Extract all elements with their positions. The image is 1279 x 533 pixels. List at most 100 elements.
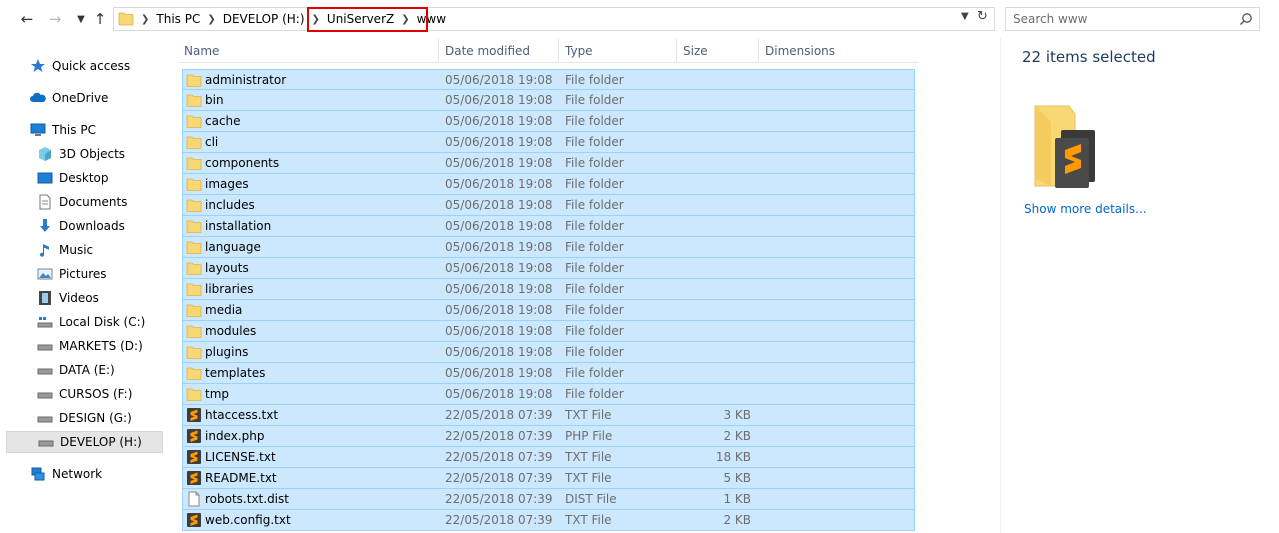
selected-count: 22 items selected	[1022, 48, 1156, 66]
file-row[interactable]: libraries 05/06/2018 19:08 File folder	[182, 279, 915, 300]
file-row[interactable]: cli 05/06/2018 19:08 File folder	[182, 132, 915, 153]
sidebar-item-this-pc[interactable]: This PC	[6, 119, 163, 141]
sidebar-item-develop-h[interactable]: DEVELOP (H:)	[6, 431, 163, 453]
file-row[interactable]: web.config.txt 22/05/2018 07:39 TXT File 2 …	[182, 510, 915, 531]
column-header-dimensions[interactable]: Dimensions	[759, 39, 919, 63]
file-type: File folder	[565, 324, 624, 338]
file-row[interactable]: modules 05/06/2018 19:08 File folder	[182, 321, 915, 342]
search-box[interactable]: Search www	[1005, 7, 1260, 31]
sidebar-item-pictures[interactable]: Pictures	[6, 263, 163, 285]
sidebar-item-videos[interactable]: Videos	[6, 287, 163, 309]
sidebar-item-cursos-f[interactable]: CURSOS (F:)	[6, 383, 163, 405]
file-row[interactable]: robots.txt.dist 22/05/2018 07:39 DIST File…	[182, 489, 915, 510]
sidebar-item-network[interactable]: Network	[6, 463, 163, 485]
file-row[interactable]: installation 05/06/2018 19:08 File folder	[182, 216, 915, 237]
column-header-date-modified[interactable]: Date modified	[439, 39, 559, 63]
file-date-modified: 22/05/2018 07:39	[445, 471, 553, 485]
address-history-chevron-icon[interactable]: ▼	[961, 11, 969, 22]
sidebar-item-label: Quick access	[52, 59, 131, 73]
file-row[interactable]: bin 05/06/2018 19:08 File folder	[182, 90, 915, 111]
column-header-name[interactable]: Name	[178, 39, 439, 63]
file-type: File folder	[565, 177, 624, 191]
breadcrumb-separator-icon[interactable]: ❯	[204, 14, 218, 25]
breadcrumb-separator-icon[interactable]: ❯	[138, 14, 152, 25]
file-row[interactable]: cache 05/06/2018 19:08 File folder	[182, 111, 915, 132]
sidebar-item-markets-d[interactable]: MARKETS (D:)	[6, 335, 163, 357]
file-date-modified: 22/05/2018 07:39	[445, 429, 553, 443]
refresh-icon[interactable]: ↻	[977, 9, 988, 24]
file-name: libraries	[205, 282, 254, 296]
breadcrumb-this-pc[interactable]: This PC	[152, 12, 204, 26]
file-date-modified: 22/05/2018 07:39	[445, 450, 553, 464]
folder-icon	[186, 365, 202, 381]
back-arrow-icon[interactable]: ←	[16, 8, 38, 30]
sidebar-item-3d-objects[interactable]: 3D Objects	[6, 143, 163, 165]
search-placeholder[interactable]: Search www	[1013, 12, 1087, 26]
sidebar-item-design-g[interactable]: DESIGN (G:)	[6, 407, 163, 429]
file-name: index.php	[205, 429, 265, 443]
sidebar-item-downloads[interactable]: Downloads	[6, 215, 163, 237]
sidebar-item-label: Music	[59, 243, 94, 257]
column-header-type[interactable]: Type	[559, 39, 677, 63]
file-type: File folder	[565, 198, 624, 212]
sidebar-item-label: MARKETS (D:)	[59, 339, 143, 353]
multi-file-preview-icon	[1034, 105, 1095, 188]
file-type: File folder	[565, 240, 624, 254]
folder-icon	[118, 12, 134, 26]
file-name: htaccess.txt	[205, 408, 279, 422]
sidebar-item-documents[interactable]: Documents	[6, 191, 163, 213]
sublime-file-icon	[186, 407, 202, 423]
sidebar-item-music[interactable]: Music	[6, 239, 163, 261]
file-row[interactable]: htaccess.txt 22/05/2018 07:39 TXT File 3 KB	[182, 405, 915, 426]
file-name: layouts	[205, 261, 249, 275]
file-row[interactable]: tmp 05/06/2018 19:08 File folder	[182, 384, 915, 405]
file-row[interactable]: README.txt 22/05/2018 07:39 TXT File 5 KB	[182, 468, 915, 489]
search-icon[interactable]	[1239, 12, 1253, 26]
file-date-modified: 05/06/2018 19:08	[445, 303, 553, 317]
file-row[interactable]: layouts 05/06/2018 19:08 File folder	[182, 258, 915, 279]
file-name: tmp	[205, 387, 230, 401]
file-row[interactable]: language 05/06/2018 19:08 File folder	[182, 237, 915, 258]
file-row[interactable]: includes 05/06/2018 19:08 File folder	[182, 195, 915, 216]
file-date-modified: 05/06/2018 19:08	[445, 219, 553, 233]
file-type: File folder	[565, 366, 624, 380]
column-header-size[interactable]: Size	[677, 39, 759, 63]
folder-icon	[186, 134, 202, 150]
sidebar-item-label: This PC	[52, 123, 96, 137]
sidebar-item-local-disk-c[interactable]: Local Disk (C:)	[6, 311, 163, 333]
column-header-row: Name Date modified Type Size Dimensions	[178, 39, 919, 63]
file-row[interactable]: administrator 05/06/2018 19:08 File folder	[182, 69, 915, 90]
breadcrumb-develop-drive[interactable]: DEVELOP (H:)	[219, 12, 309, 26]
star-icon	[30, 58, 46, 74]
sidebar-item-label: Local Disk (C:)	[59, 315, 146, 329]
forward-arrow-icon[interactable]: →	[44, 8, 66, 30]
file-date-modified: 05/06/2018 19:08	[445, 282, 553, 296]
sidebar-item-desktop[interactable]: Desktop	[6, 167, 163, 189]
address-bar[interactable]: ❯ This PC ❯ DEVELOP (H:) ❯ UniServerZ ❯ …	[113, 7, 995, 31]
file-size: 5 KB	[723, 471, 751, 485]
drive-icon	[37, 386, 53, 402]
file-date-modified: 05/06/2018 19:08	[445, 261, 553, 275]
file-row[interactable]: images 05/06/2018 19:08 File folder	[182, 174, 915, 195]
file-row[interactable]: media 05/06/2018 19:08 File folder	[182, 300, 915, 321]
file-row[interactable]: components 05/06/2018 19:08 File folder	[182, 153, 915, 174]
file-type: File folder	[565, 282, 624, 296]
folder-icon	[186, 239, 202, 255]
file-name: modules	[205, 324, 257, 338]
file-row[interactable]: index.php 22/05/2018 07:39 PHP File 2 KB	[182, 426, 915, 447]
sidebar-item-data-e[interactable]: DATA (E:)	[6, 359, 163, 381]
file-size	[663, 258, 751, 278]
sidebar-item-label: 3D Objects	[59, 147, 126, 161]
file-type: TXT File	[565, 513, 612, 527]
drive-icon	[37, 410, 53, 426]
sidebar-item-onedrive[interactable]: OneDrive	[6, 87, 163, 109]
show-more-details-link[interactable]: Show more details...	[1024, 202, 1147, 216]
file-type: TXT File	[565, 408, 612, 422]
file-date-modified: 05/06/2018 19:08	[445, 135, 553, 149]
sidebar-item-quick-access[interactable]: Quick access	[6, 55, 163, 77]
download-icon	[37, 218, 53, 234]
up-arrow-icon[interactable]: ↑	[89, 8, 111, 30]
file-row[interactable]: plugins 05/06/2018 19:08 File folder	[182, 342, 915, 363]
file-row[interactable]: templates 05/06/2018 19:08 File folder	[182, 363, 915, 384]
file-row[interactable]: LICENSE.txt 22/05/2018 07:39 TXT File 18 KB	[182, 447, 915, 468]
